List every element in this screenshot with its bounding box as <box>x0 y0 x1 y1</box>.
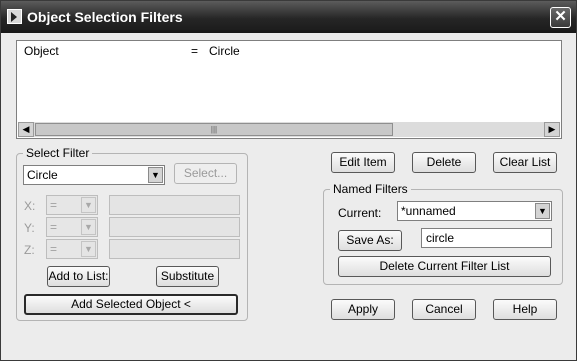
substitute-button[interactable]: Substitute <box>156 266 219 287</box>
save-as-name-value: circle <box>426 231 455 245</box>
close-button[interactable]: ✕ <box>550 7 571 28</box>
select-button[interactable]: Select... <box>174 163 237 184</box>
help-button[interactable]: Help <box>493 299 557 320</box>
filter-type-value: Circle <box>27 168 58 182</box>
save-as-button[interactable]: Save As: <box>338 230 402 251</box>
cancel-button[interactable]: Cancel <box>412 299 476 320</box>
add-selected-object-button[interactable]: Add Selected Object < <box>24 294 238 315</box>
z-label: Z: <box>24 243 35 257</box>
z-operator-dropdown[interactable]: = ▼ <box>46 239 98 259</box>
z-value-field[interactable] <box>109 239 240 259</box>
apply-button[interactable]: Apply <box>331 299 395 320</box>
grip-icon: ||| <box>210 125 218 134</box>
object-selection-filters-dialog: Object Selection Filters ✕ Object = Circ… <box>0 0 577 361</box>
x-operator-dropdown[interactable]: = ▼ <box>46 195 98 215</box>
close-icon: ✕ <box>554 8 567 25</box>
x-value-field[interactable] <box>109 195 240 215</box>
y-label: Y: <box>24 221 35 235</box>
select-filter-label: Select Filter <box>23 146 93 160</box>
app-icon <box>7 9 22 24</box>
list-item[interactable]: Object = Circle <box>17 44 561 60</box>
save-as-name-field[interactable]: circle <box>421 228 552 248</box>
named-filters-label: Named Filters <box>330 182 411 196</box>
x-operator-value: = <box>50 198 58 212</box>
chevron-down-icon[interactable]: ▼ <box>81 219 96 235</box>
add-to-list-button[interactable]: Add to List: <box>47 266 110 287</box>
window-title: Object Selection Filters <box>27 9 183 25</box>
x-label: X: <box>24 199 36 213</box>
title-bar[interactable]: Object Selection Filters ✕ <box>1 1 576 33</box>
clear-list-button[interactable]: Clear List <box>493 152 557 173</box>
edit-item-button[interactable]: Edit Item <box>331 152 395 173</box>
z-operator-value: = <box>50 242 58 256</box>
current-filter-value: *unnamed <box>401 204 456 218</box>
filter-operator: = <box>191 44 199 58</box>
current-filter-dropdown[interactable]: *unnamed ▼ <box>397 201 552 221</box>
y-operator-value: = <box>50 220 58 234</box>
scroll-thumb[interactable]: ||| <box>35 123 393 136</box>
delete-button[interactable]: Delete <box>412 152 476 173</box>
filter-property: Object <box>24 44 59 58</box>
delete-current-filter-list-button[interactable]: Delete Current Filter List <box>338 256 551 277</box>
filter-list[interactable]: Object = Circle ◀ ||| ▶ <box>16 40 562 139</box>
chevron-down-icon[interactable]: ▼ <box>148 167 163 183</box>
y-value-field[interactable] <box>109 217 240 237</box>
chevron-down-icon[interactable]: ▼ <box>81 197 96 213</box>
y-operator-dropdown[interactable]: = ▼ <box>46 217 98 237</box>
filter-value: Circle <box>209 44 240 58</box>
filter-type-dropdown[interactable]: Circle ▼ <box>23 165 165 185</box>
arrow-left-icon: ◀ <box>22 124 30 134</box>
arrow-right-icon: ▶ <box>548 124 556 134</box>
scroll-left-button[interactable]: ◀ <box>18 122 34 137</box>
horizontal-scrollbar[interactable]: ◀ ||| ▶ <box>18 122 560 137</box>
chevron-down-icon[interactable]: ▼ <box>81 241 96 257</box>
scroll-right-button[interactable]: ▶ <box>544 122 560 137</box>
current-label: Current: <box>338 206 382 220</box>
chevron-down-icon[interactable]: ▼ <box>535 203 550 219</box>
